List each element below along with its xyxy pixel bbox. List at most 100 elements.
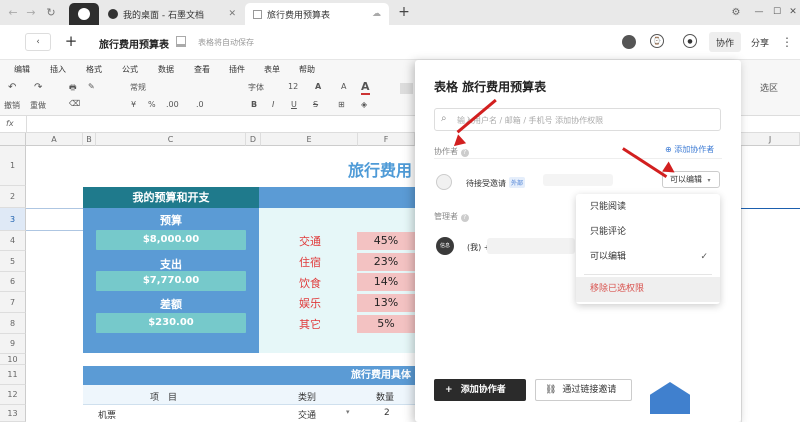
doc-title[interactable]: 旅行费用预算表 [99,36,169,51]
print-icon[interactable]: 🖶 [69,82,77,96]
clear-format-icon[interactable]: ⌫ [69,99,80,108]
column-header-f[interactable]: F [358,133,415,146]
maximize-icon[interactable]: ☐ [770,4,784,20]
align-icon[interactable] [400,83,413,94]
font-size-select[interactable]: 12 [288,82,298,91]
help-icon[interactable]: ? [460,214,469,222]
chevron-down-icon[interactable]: ▾ [346,408,350,416]
tab-desktop[interactable]: 我的桌面 - 石墨文档 ✕ [100,3,244,25]
bookmark-icon[interactable] [176,36,186,47]
row-header-8[interactable]: 8 [0,313,26,334]
column-header-j[interactable]: J [741,133,800,146]
new-doc-icon[interactable]: + [63,32,79,50]
paint-format-icon[interactable]: ✎ [88,82,95,91]
add-collaborator-button[interactable]: + 添加协作者 [434,379,526,401]
menu-option-comment-only[interactable]: 只能评论 [576,220,720,245]
diff-value[interactable]: $230.00 [96,313,246,333]
row-header-11[interactable]: 11 [0,365,26,385]
decimal-decrease-button[interactable]: .00 [166,100,179,109]
minimize-icon[interactable]: — [752,4,766,20]
row-header-2[interactable]: 2 [0,186,26,208]
italic-icon[interactable]: I [272,100,274,109]
app-logo-tab[interactable] [69,3,99,25]
row-header-1[interactable]: 1 [0,146,26,186]
menu-item-view[interactable]: 查看 [194,64,210,75]
sheet-title[interactable]: 旅行费用 [348,157,412,181]
strikethrough-icon[interactable]: S [313,100,318,109]
detail-title-bar[interactable]: 旅行费用具体 [83,366,415,385]
row-header-10[interactable]: 10 [0,354,26,365]
history-icon[interactable]: ⌚ [650,34,664,48]
help-icon[interactable]: ? [460,149,469,157]
detail-row-13-qty[interactable]: 2 [384,408,390,418]
font-size-up-icon[interactable]: A [315,82,321,91]
invite-link-button[interactable]: ⛓ 通过链接邀请 [535,379,632,401]
tab-active[interactable]: 旅行费用预算表 ☁ [245,3,389,25]
refresh-icon[interactable]: ↻ [44,5,58,19]
category-food[interactable]: 饮食 [270,275,350,291]
detail-row-13-item[interactable]: 机票 [98,408,116,421]
category-lodging[interactable]: 住宿 [270,254,350,270]
currency-button[interactable]: ¥ [131,100,136,109]
row-header-3[interactable]: 3 [0,208,26,231]
decimal-increase-button[interactable]: .0 [196,100,204,109]
diff-label[interactable]: 差额 [96,296,246,312]
text-color-icon[interactable]: A [361,80,370,95]
collab-search-box[interactable]: ⌕ 输入用户名 / 邮箱 / 手机号 添加协作权限 [434,108,721,131]
spend-label[interactable]: 支出 [96,256,246,272]
filter-area-label[interactable]: 选区 [760,81,778,94]
detail-row-13-category[interactable]: 交通 [298,408,316,421]
category-entertainment[interactable]: 娱乐 [270,295,350,311]
budget-section-header[interactable]: 我的预算和开支 [83,187,259,208]
column-header-d[interactable]: D [246,133,261,146]
fill-color-icon[interactable]: ◈ [361,100,367,109]
menu-item-edit[interactable]: 编辑 [14,64,30,75]
close-icon[interactable]: ✕ [228,9,236,19]
category-transport[interactable]: 交通 [270,233,350,249]
menu-option-read-only[interactable]: 只能阅读 [576,195,720,220]
redo-label[interactable]: 重做 [30,100,46,111]
select-all-corner[interactable] [0,133,26,146]
menu-item-formula[interactable]: 公式 [122,64,138,75]
pct-transport[interactable]: 45% [357,232,415,250]
menu-item-help[interactable]: 帮助 [299,64,315,75]
column-header-e[interactable]: E [261,133,358,146]
row-header-6[interactable]: 6 [0,272,26,292]
collab-search-input[interactable]: 输入用户名 / 邮箱 / 手机号 添加协作权限 [457,115,603,126]
column-header-c[interactable]: C [96,133,246,146]
pct-lodging[interactable]: 23% [357,253,415,271]
more-icon[interactable]: ⋮ [780,32,794,52]
undo-icon[interactable]: ↶ [8,82,16,93]
menu-option-remove[interactable]: 移除已选权限 [576,277,720,302]
column-header-a[interactable]: A [26,133,83,146]
bold-icon[interactable]: B [251,100,257,109]
row-header-13[interactable]: 13 [0,405,26,422]
settings-icon[interactable]: ⚙ [728,4,744,20]
menu-item-plugins[interactable]: 插件 [229,64,245,75]
number-format-select[interactable]: 常规 [130,82,220,93]
back-menu-button[interactable]: ‹ [25,33,51,51]
redo-icon[interactable]: ↷ [34,82,42,93]
row-header-5[interactable]: 5 [0,251,26,272]
pct-food[interactable]: 14% [357,273,415,291]
close-window-icon[interactable]: ✕ [786,4,800,20]
row-header-9[interactable]: 9 [0,334,26,354]
spend-value[interactable]: $7,770.00 [96,271,246,291]
detail-header-item[interactable]: 项 目 [150,390,177,403]
font-select[interactable]: 字体 [248,82,264,93]
row-header-12[interactable]: 12 [0,385,26,405]
menu-item-insert[interactable]: 插入 [50,64,66,75]
font-size-down-icon[interactable]: A [341,82,346,91]
menu-item-data[interactable]: 数据 [158,64,174,75]
undo-label[interactable]: 撤销 [4,100,20,111]
avatar[interactable] [622,35,636,49]
menu-item-format[interactable]: 格式 [86,64,102,75]
menu-option-can-edit[interactable]: 可以编辑 ✓ [576,245,720,270]
present-icon[interactable]: ● [683,34,697,48]
pct-entertainment[interactable]: 13% [357,294,415,312]
detail-header-qty[interactable]: 数量 [376,390,394,403]
collab-button[interactable]: 协作 [709,32,741,52]
pct-other[interactable]: 5% [357,315,415,333]
row-header-4[interactable]: 4 [0,231,26,251]
forward-arrow-icon[interactable]: → [24,5,38,19]
